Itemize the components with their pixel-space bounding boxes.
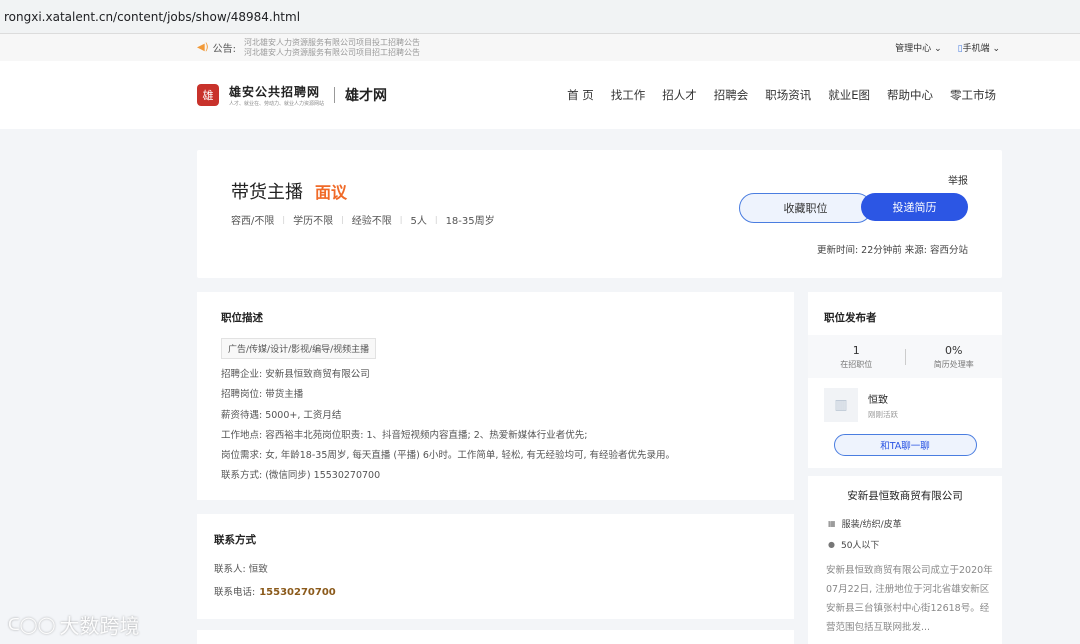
person-icon: ●: [828, 540, 835, 549]
url-text[interactable]: rongxi.xatalent.cn/content/jobs/show/489…: [4, 10, 300, 24]
notice: ◀) 公告: 河北雄安人力资源服务有限公司项目投工招聘公告 河北雄安人力资源服务…: [197, 38, 420, 58]
chevron-down-icon: ⌄: [992, 44, 1000, 54]
meta-education: 学历不限: [293, 216, 334, 227]
nav-recruit[interactable]: 招人才: [662, 87, 697, 103]
job-summary-card: 带货主播 面议 容西/不限 | 学历不限 | 经验不限 | 5人 | 18-35周岁 举…: [197, 150, 1002, 278]
stat-resume-rate: 0% 简历处理率: [933, 343, 974, 369]
meta-headcount: 5人: [410, 216, 427, 227]
watermark: ᑕ◯◯ 大数跨境: [8, 614, 140, 638]
site-header: 雄 雄安公共招聘网 人才、就业在、劳动力、就业人力资源网站 雄才网 首 页 找工…: [0, 61, 1080, 129]
section-heading: 职位描述: [221, 312, 263, 324]
nav-news[interactable]: 职场资讯: [765, 87, 811, 103]
contact-card: 联系方式 联系人: 恒致 联系电话: 15530270700: [197, 514, 794, 619]
desc-line: 招聘企业: 安新县恒致商贸有限公司: [221, 369, 370, 380]
meta-experience: 经验不限: [351, 216, 392, 227]
mobile-link[interactable]: ▯手机端 ⌄: [958, 41, 1000, 54]
apply-button[interactable]: 投递简历: [861, 193, 968, 221]
desc-line: 薪资待遇: 5000+, 工资月结: [221, 409, 342, 421]
publisher-name: 恒致: [868, 394, 888, 406]
logo-secondary: 雄才网: [345, 88, 388, 104]
meta-location: 容西/不限: [231, 216, 275, 227]
contact-phone-row: 联系电话: 15530270700: [214, 587, 336, 598]
publisher-status: 刚刚活跃: [868, 409, 898, 419]
contact-person-row: 联系人: 恒致: [214, 564, 268, 575]
watermark-logo-icon: ᑕ◯◯: [8, 615, 56, 634]
top-right-links: 管理中心 ⌄ ▯手机端 ⌄: [895, 41, 1000, 54]
desc-line: 工作地点: 容西裕丰北苑岗位职责: 1、抖音短视频内容直播; 2、热爱新媒体行业…: [221, 429, 588, 441]
category-tag: 广告/传媒/设计/影视/编导/视频主播: [221, 338, 377, 359]
job-salary: 面议: [315, 183, 348, 202]
nav-job-fair[interactable]: 招聘会: [714, 87, 749, 103]
chat-button[interactable]: 和TA聊一聊: [833, 434, 977, 456]
section-heading: 联系方式: [214, 534, 256, 546]
logo-mark: 雄: [197, 84, 219, 106]
company-size: ● 50人以下: [828, 540, 880, 551]
nav-gig-market[interactable]: 零工市场: [950, 87, 996, 103]
report-link[interactable]: 举报: [948, 172, 968, 187]
main-nav: 首 页 找工作 招人才 招聘会 职场资讯 就业E图 帮助中心 零工市场: [567, 87, 996, 103]
job-meta: 容西/不限 | 学历不限 | 经验不限 | 5人 | 18-35周岁: [231, 212, 495, 227]
company-intro: 安新县恒致商贸有限公司成立于2020年07月22日, 注册地位于河北省雄安新区安…: [826, 565, 993, 633]
notice-label: 公告:: [212, 44, 236, 55]
divider: [808, 468, 1002, 476]
site-logo[interactable]: 雄 雄安公共招聘网 人才、就业在、劳动力、就业人力资源网站 雄才网: [197, 83, 387, 107]
job-title: 带货主播: [231, 182, 303, 203]
admin-center-link[interactable]: 管理中心 ⌄: [895, 41, 941, 54]
logo-title: 雄安公共招聘网: [229, 85, 321, 99]
company-name[interactable]: 安新县恒致商贸有限公司: [808, 488, 1002, 503]
contact-person: 恒致: [248, 564, 268, 575]
stat-open-jobs: 1 在招职位: [840, 343, 873, 369]
publisher-card: 职位发布者 1 在招职位 0% 简历处理率 ▥ 恒致 刚刚活跃 和TA聊一聊 安…: [808, 292, 1002, 644]
meta-age: 18-35周岁: [445, 216, 495, 227]
top-bar: ◀) 公告: 河北雄安人力资源服务有限公司项目投工招聘公告 河北雄安人力资源服务…: [0, 34, 1080, 61]
next-card-edge: [197, 630, 794, 644]
logo-divider: [334, 87, 336, 103]
nav-find-job[interactable]: 找工作: [611, 87, 646, 103]
notice-ticker[interactable]: 河北雄安人力资源服务有限公司项目投工招聘公告 河北雄安人力资源服务有限公司项目招…: [244, 38, 420, 58]
desc-line: 联系方式: (微信同步) 15530270700: [221, 470, 381, 482]
ticker-item[interactable]: 河北雄安人力资源服务有限公司项目招工招聘公告: [244, 48, 420, 58]
company-industry: ▦ 服装/纺织/皮革: [828, 519, 902, 530]
nav-e-map[interactable]: 就业E图: [828, 87, 870, 103]
favorite-job-button[interactable]: 收藏职位: [739, 193, 872, 223]
publisher-stats: 1 在招职位 0% 简历处理率: [808, 335, 1002, 378]
address-bar[interactable]: rongxi.xatalent.cn/content/jobs/show/489…: [0, 0, 1080, 34]
chevron-down-icon: ⌄: [934, 44, 942, 54]
speaker-icon: ◀): [197, 42, 209, 53]
contact-phone[interactable]: 15530270700: [259, 587, 336, 598]
company-logo-placeholder-icon: ▥: [824, 388, 858, 422]
desc-line: 岗位需求: 女, 年龄18-35周岁, 每天直播 (平播) 6小时。工作简单, …: [221, 450, 676, 462]
desc-line: 招聘岗位: 带货主播: [221, 389, 304, 401]
grid-icon: ▦: [828, 519, 836, 528]
job-description-card: 职位描述 广告/传媒/设计/影视/编导/视频主播 招聘企业: 安新县恒致商贸有限…: [197, 292, 794, 500]
update-info: 更新时间: 22分钟前 来源: 容西分站: [816, 245, 968, 256]
ticker-item[interactable]: 河北雄安人力资源服务有限公司项目投工招聘公告: [244, 38, 420, 48]
nav-home[interactable]: 首 页: [567, 87, 594, 103]
publisher-info: ▥ 恒致 刚刚活跃: [808, 378, 1002, 422]
nav-help[interactable]: 帮助中心: [887, 87, 933, 103]
section-heading: 职位发布者: [824, 312, 877, 324]
logo-subtitle: 人才、就业在、劳动力、就业人力资源网站: [229, 101, 325, 107]
description-body: 招聘企业: 安新县恒致商贸有限公司 招聘岗位: 带货主播 薪资待遇: 5000+…: [221, 365, 770, 487]
